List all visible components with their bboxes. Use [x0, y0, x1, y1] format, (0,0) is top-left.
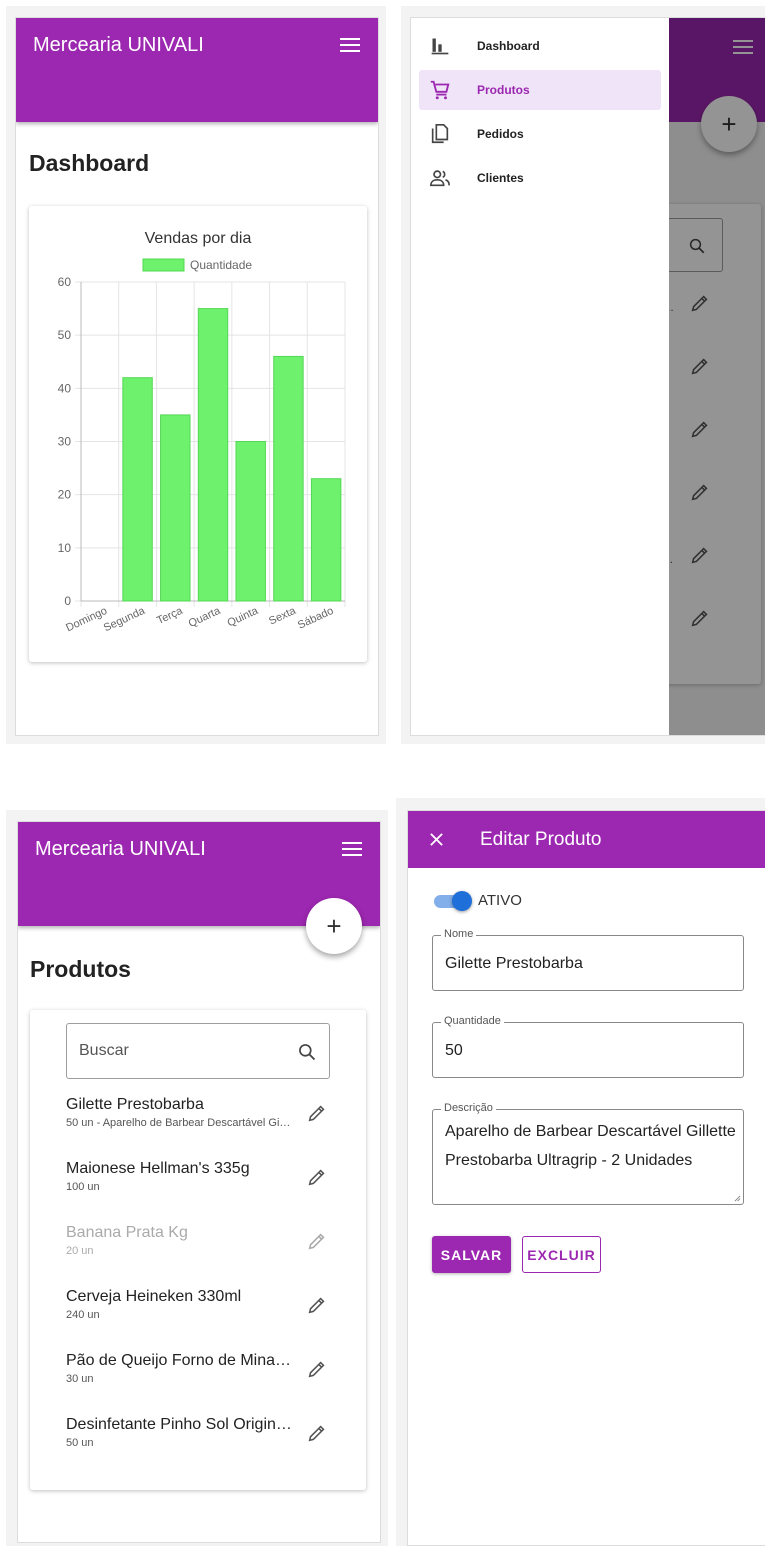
- resize-handle-icon[interactable]: [734, 1195, 741, 1202]
- bar-chart-icon: [431, 38, 449, 55]
- name-field[interactable]: Nome Gilette Prestobarba: [432, 928, 744, 991]
- name-label: Nome: [441, 928, 477, 940]
- x-tick-label: Domingo: [64, 605, 109, 634]
- list-item[interactable]: Cerveja Heineken 330ml 240 un: [66, 1288, 366, 1344]
- bar-segunda: [122, 377, 153, 602]
- menu-icon[interactable]: [342, 842, 362, 858]
- edit-screen: Editar Produto ATIVO Nome Gilette Presto…: [407, 810, 765, 1546]
- drawer-item-label: Pedidos: [477, 127, 524, 141]
- y-tick-label: 10: [58, 541, 72, 555]
- menu-icon[interactable]: [340, 38, 360, 54]
- list-item[interactable]: Desinfetante Pinho Sol Original 1L 50 un: [66, 1416, 366, 1472]
- quantity-value: 50: [445, 1042, 463, 1059]
- sales-chart: Vendas por dia Quantidade 0 10 20 30 40 50 60 Dom…: [58, 230, 346, 634]
- x-tick-label: Quinta: [226, 604, 261, 629]
- chart-title: Vendas por dia: [145, 230, 252, 247]
- product-detail: 100 un: [66, 1181, 100, 1193]
- list-item[interactable]: Pão de Queijo Forno de Minas 400g 30 un: [66, 1352, 366, 1408]
- product-name: Gilette Prestobarba: [66, 1096, 204, 1113]
- y-tick-label: 60: [58, 275, 72, 289]
- y-tick-label: 20: [58, 488, 72, 502]
- app-title: Mercearia UNIVALI: [35, 838, 206, 860]
- active-label: ATIVO: [478, 892, 522, 909]
- copy-icon: [431, 124, 449, 144]
- drawer-item-pedidos[interactable]: Pedidos: [419, 114, 661, 154]
- list-item[interactable]: Gilette Prestobarba 50 un - Aparelho de B…: [66, 1096, 366, 1152]
- y-tick-label: 30: [58, 435, 72, 449]
- delete-button[interactable]: EXCLUIR: [522, 1236, 601, 1273]
- edit-icon[interactable]: [306, 1294, 328, 1316]
- drawer-item-dashboard[interactable]: Dashboard: [419, 26, 661, 66]
- product-detail: 20 un: [66, 1245, 94, 1257]
- y-tick-label: 50: [58, 328, 72, 342]
- legend-swatch: [142, 258, 185, 272]
- close-icon[interactable]: [429, 832, 444, 847]
- x-tick-label: Terça: [155, 604, 185, 627]
- drawer-item-label: Dashboard: [477, 39, 540, 53]
- edit-icon[interactable]: [306, 1422, 328, 1444]
- x-tick-label: Quarta: [187, 604, 223, 629]
- name-value: Gilette Prestobarba: [445, 955, 583, 972]
- bar-sábado: [310, 478, 342, 602]
- product-detail: 50 un: [66, 1437, 94, 1449]
- y-tick-label: 0: [64, 594, 71, 608]
- x-tick-label: Segunda: [102, 604, 148, 634]
- drawer-screenshot: + á...s...... Dashboard Produtos: [401, 6, 765, 744]
- description-value: Aparelho de Barbear Descartável Gillette…: [445, 1123, 736, 1169]
- description-field[interactable]: Descrição Aparelho de Barbear Descartáve…: [432, 1102, 744, 1205]
- bar-sexta: [273, 355, 304, 602]
- edit-icon[interactable]: [306, 1166, 328, 1188]
- edit-toolbar: Editar Produto: [408, 811, 765, 868]
- navigation-drawer: Dashboard Produtos Pedidos Clientes: [411, 18, 669, 735]
- description-label: Descrição: [441, 1102, 496, 1114]
- quantity-label: Quantidade: [441, 1015, 504, 1027]
- dashboard-screen: Mercearia UNIVALI Dashboard Vendas por d…: [15, 17, 379, 736]
- y-tick-label: 40: [58, 381, 72, 395]
- quantity-field[interactable]: Quantidade 50: [432, 1015, 744, 1078]
- chart-card: Vendas por dia Quantidade 0 10 20 30 40 50 60 Dom…: [29, 206, 367, 662]
- page-title: Produtos: [30, 956, 131, 982]
- edit-title: Editar Produto: [480, 829, 602, 850]
- product-detail: 240 un: [66, 1309, 100, 1321]
- dashboard-screenshot: Mercearia UNIVALI Dashboard Vendas por d…: [6, 6, 386, 744]
- products-screen: Mercearia UNIVALI + Produtos Buscar Gile…: [17, 821, 381, 1543]
- search-input[interactable]: Buscar: [66, 1023, 330, 1079]
- list-item[interactable]: Banana Prata Kg 20 un: [66, 1224, 366, 1280]
- app-bar: Mercearia UNIVALI: [16, 18, 378, 122]
- active-toggle[interactable]: [434, 891, 472, 911]
- product-name: Pão de Queijo Forno de Minas 400g: [66, 1352, 292, 1369]
- product-detail: 30 un: [66, 1373, 94, 1385]
- list-item[interactable]: Maionese Hellman's 335g 100 un: [66, 1160, 366, 1216]
- legend-label: Quantidade: [190, 258, 252, 272]
- product-name: Banana Prata Kg: [66, 1224, 188, 1241]
- product-name: Cerveja Heineken 330ml: [66, 1288, 242, 1305]
- bar-terça: [160, 414, 191, 602]
- search-icon: [299, 1044, 316, 1061]
- products-screenshot: Mercearia UNIVALI + Produtos Buscar Gile…: [6, 810, 388, 1546]
- product-list-card: Buscar Gilette Prestobarba 50 un - Aparel…: [30, 1010, 366, 1490]
- drawer-screen: + á...s...... Dashboard Produtos: [410, 17, 765, 736]
- save-button[interactable]: SALVAR: [432, 1236, 511, 1273]
- search-placeholder: Buscar: [79, 1042, 129, 1059]
- cart-icon: [430, 80, 450, 100]
- product-name: Maionese Hellman's 335g: [66, 1160, 250, 1177]
- app-title: Mercearia UNIVALI: [33, 34, 204, 56]
- people-icon: [430, 170, 450, 187]
- bar-quinta: [235, 441, 266, 602]
- x-tick-label: Sábado: [296, 605, 335, 632]
- edit-screenshot: Editar Produto ATIVO Nome Gilette Presto…: [396, 798, 765, 1546]
- x-tick-label: Sexta: [267, 604, 298, 627]
- product-detail: 50 un - Aparelho de Barbear Descartável …: [66, 1117, 292, 1129]
- drawer-item-clientes[interactable]: Clientes: [419, 158, 661, 198]
- edit-icon[interactable]: [306, 1358, 328, 1380]
- drawer-item-label: Produtos: [477, 83, 530, 97]
- edit-icon[interactable]: [306, 1230, 328, 1252]
- product-name: Desinfetante Pinho Sol Original 1L: [66, 1416, 292, 1433]
- edit-icon[interactable]: [306, 1102, 328, 1124]
- bar-quarta: [197, 308, 229, 602]
- drawer-item-label: Clientes: [477, 171, 524, 185]
- page-title: Dashboard: [29, 150, 150, 176]
- add-product-fab[interactable]: +: [306, 898, 362, 954]
- drawer-item-produtos[interactable]: Produtos: [419, 70, 661, 110]
